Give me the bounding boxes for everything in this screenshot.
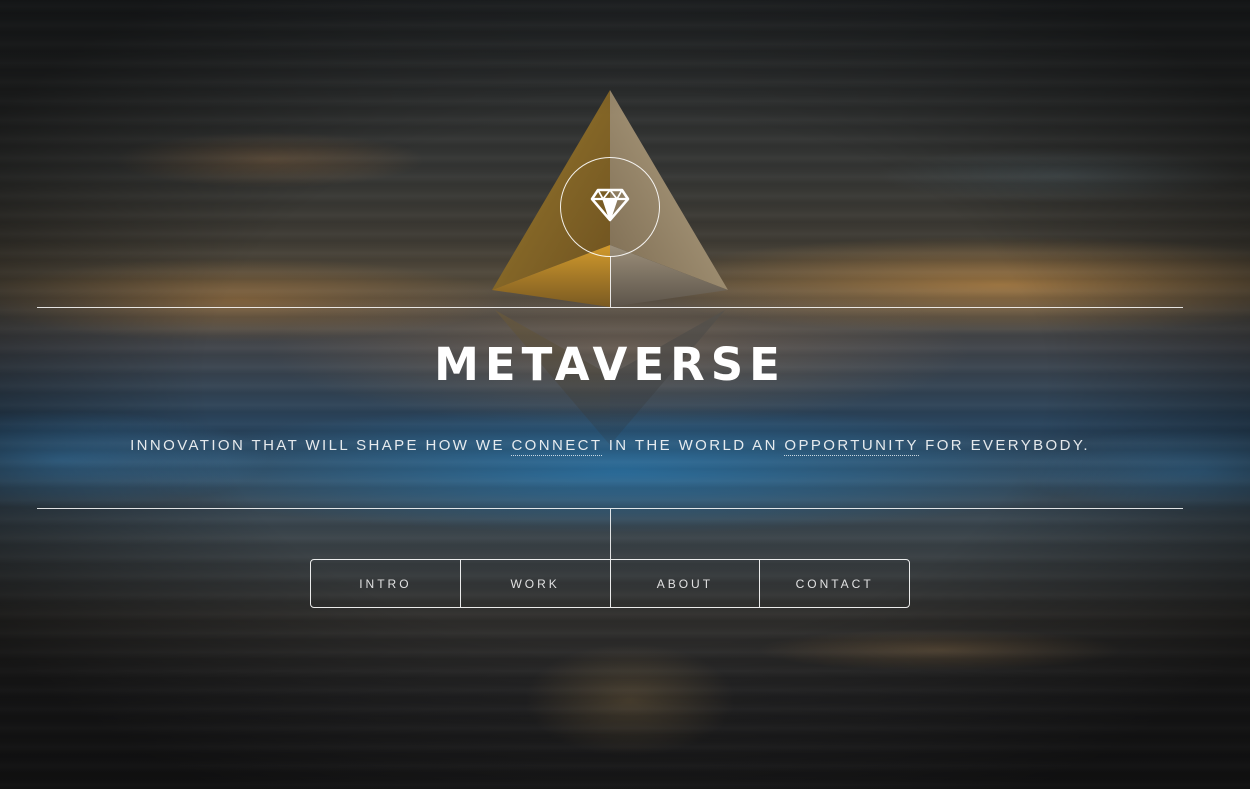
hero-background: METAVERSE INNOVATION THAT WILL SHAPE HOW…: [0, 0, 1250, 789]
opportunity-link[interactable]: OPPORTUNITY: [784, 437, 919, 456]
connector-line-bottom: [610, 509, 611, 559]
gem-icon: [590, 187, 630, 228]
nav-item-about[interactable]: ABOUT: [609, 560, 760, 607]
tagline-text-2: IN THE WORLD AN: [602, 437, 785, 454]
nav-item-intro[interactable]: INTRO: [311, 560, 460, 607]
divider-top: [37, 307, 1183, 308]
connector-line-top: [610, 256, 611, 307]
logo-circle: [560, 157, 660, 257]
nav-item-contact[interactable]: CONTACT: [759, 560, 909, 607]
connect-link[interactable]: CONNECT: [511, 437, 603, 456]
tagline-text-3: FOR EVERYBODY.: [918, 437, 1090, 454]
nav-item-work[interactable]: WORK: [459, 560, 610, 607]
tagline: INNOVATION THAT WILL SHAPE HOW WE CONNEC…: [0, 437, 1220, 456]
page-title: METAVERSE: [434, 338, 786, 391]
main-nav: INTRO WORK ABOUT CONTACT: [310, 559, 910, 608]
tagline-text-1: INNOVATION THAT WILL SHAPE HOW WE: [130, 437, 512, 454]
